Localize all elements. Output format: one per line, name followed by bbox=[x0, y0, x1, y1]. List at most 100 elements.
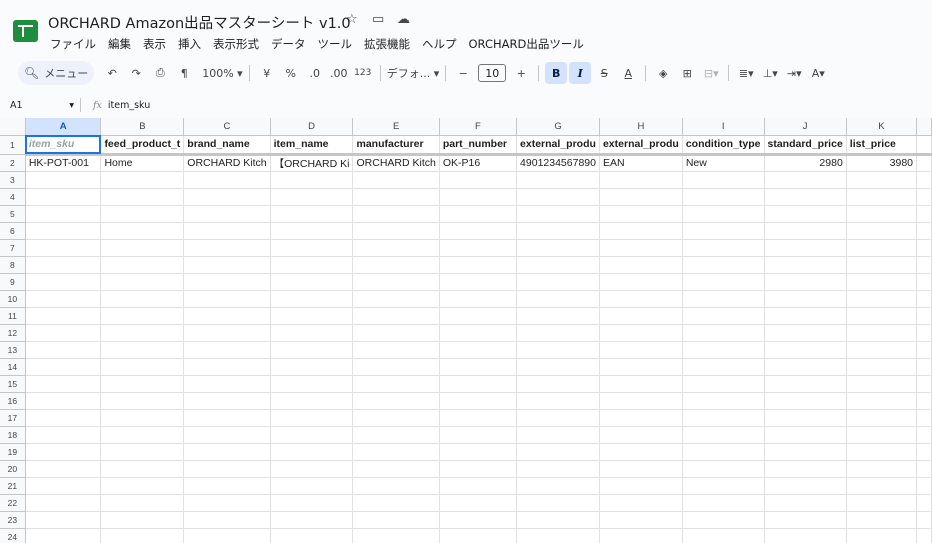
row-header[interactable]: 24 bbox=[0, 528, 26, 543]
grid-cell[interactable] bbox=[682, 375, 765, 393]
grid-cell[interactable] bbox=[352, 460, 440, 478]
vertical-align-icon[interactable]: ⊥▾ bbox=[759, 62, 781, 84]
grid-cell[interactable] bbox=[183, 409, 271, 427]
grid-cell[interactable] bbox=[916, 375, 932, 393]
grid-cell[interactable] bbox=[764, 256, 847, 274]
zoom-select[interactable]: 100% ▾ bbox=[202, 62, 242, 84]
grid-cell[interactable] bbox=[439, 375, 518, 393]
star-icon[interactable]: ☆ bbox=[346, 12, 358, 27]
grid-cell[interactable] bbox=[270, 341, 354, 359]
grid-cell[interactable] bbox=[916, 239, 932, 257]
grid-cell[interactable] bbox=[599, 188, 683, 206]
row-header[interactable]: 2 bbox=[0, 154, 26, 172]
grid-cell[interactable] bbox=[270, 290, 354, 308]
strikethrough-button[interactable]: S bbox=[593, 62, 615, 84]
move-to-folder-icon[interactable]: ▭ bbox=[372, 12, 384, 27]
grid-cell[interactable] bbox=[439, 477, 518, 495]
menu-orchard-tools[interactable]: ORCHARD出品ツール bbox=[463, 34, 590, 54]
grid-cell[interactable] bbox=[846, 375, 918, 393]
grid-cell[interactable] bbox=[846, 426, 918, 444]
grid-cell[interactable] bbox=[599, 324, 683, 342]
grid-cell[interactable] bbox=[599, 511, 683, 529]
row-header[interactable]: 6 bbox=[0, 222, 26, 240]
row-header[interactable]: 16 bbox=[0, 392, 26, 410]
row-header[interactable]: 23 bbox=[0, 511, 26, 529]
grid-cell[interactable] bbox=[682, 341, 765, 359]
grid-cell[interactable] bbox=[682, 511, 765, 529]
grid-cell[interactable] bbox=[682, 528, 765, 543]
grid-cell[interactable] bbox=[439, 188, 518, 206]
grid-cell[interactable] bbox=[270, 528, 354, 543]
grid-cell[interactable] bbox=[439, 171, 518, 189]
grid-cell[interactable] bbox=[439, 256, 518, 274]
grid-cell[interactable] bbox=[764, 477, 847, 495]
grid-cell[interactable] bbox=[270, 460, 354, 478]
grid-cell[interactable]: external_produ bbox=[516, 135, 600, 156]
grid-cell[interactable] bbox=[100, 426, 185, 444]
redo-icon[interactable]: ↷ bbox=[125, 62, 147, 84]
currency-button[interactable]: ¥ bbox=[256, 62, 278, 84]
grid-cell[interactable]: list_price bbox=[846, 135, 918, 156]
grid-cell[interactable] bbox=[846, 205, 918, 223]
font-size-increase-icon[interactable]: + bbox=[510, 62, 532, 84]
grid-cell[interactable] bbox=[270, 494, 354, 512]
grid-cell[interactable] bbox=[270, 409, 354, 427]
grid-cell[interactable] bbox=[516, 273, 600, 291]
grid-cell[interactable] bbox=[516, 443, 600, 461]
grid-cell[interactable] bbox=[516, 358, 600, 376]
italic-button[interactable]: I bbox=[569, 62, 592, 84]
row-header[interactable]: 15 bbox=[0, 375, 26, 393]
bold-button[interactable]: B bbox=[545, 62, 568, 84]
horizontal-align-icon[interactable]: ≣▾ bbox=[735, 62, 757, 84]
merge-cells-icon[interactable]: ⊟▾ bbox=[700, 62, 722, 84]
grid-cell[interactable] bbox=[25, 222, 102, 240]
grid-cell[interactable] bbox=[516, 188, 600, 206]
grid-cell[interactable] bbox=[764, 205, 847, 223]
grid-cell[interactable] bbox=[352, 290, 440, 308]
grid-cell[interactable] bbox=[516, 375, 600, 393]
sheets-logo[interactable] bbox=[13, 20, 38, 42]
grid-cell[interactable] bbox=[183, 358, 271, 376]
grid-cell[interactable] bbox=[682, 290, 765, 308]
column-header[interactable]: B bbox=[100, 118, 185, 136]
column-header[interactable]: F bbox=[439, 118, 518, 136]
grid-cell[interactable] bbox=[682, 273, 765, 291]
menu-search[interactable]: 🔍︎ メニュー bbox=[18, 61, 95, 85]
grid-cell[interactable] bbox=[516, 205, 600, 223]
grid-cell[interactable] bbox=[764, 273, 847, 291]
grid-cell[interactable] bbox=[183, 426, 271, 444]
grid-cell[interactable] bbox=[352, 443, 440, 461]
grid-cell[interactable] bbox=[270, 239, 354, 257]
grid-cell[interactable] bbox=[516, 222, 600, 240]
grid-cell[interactable] bbox=[916, 290, 932, 308]
grid-cell[interactable] bbox=[183, 256, 271, 274]
row-header[interactable]: 11 bbox=[0, 307, 26, 325]
grid-cell[interactable] bbox=[516, 528, 600, 543]
grid-cell[interactable] bbox=[916, 341, 932, 359]
grid-cell[interactable] bbox=[599, 477, 683, 495]
grid-cell[interactable] bbox=[764, 239, 847, 257]
grid-cell[interactable] bbox=[516, 341, 600, 359]
grid-cell[interactable] bbox=[352, 239, 440, 257]
grid-cell[interactable] bbox=[439, 205, 518, 223]
grid-cell[interactable] bbox=[183, 477, 271, 495]
grid-cell[interactable] bbox=[439, 426, 518, 444]
grid-cell[interactable] bbox=[764, 375, 847, 393]
grid-cell[interactable] bbox=[270, 375, 354, 393]
grid-cell[interactable] bbox=[100, 290, 185, 308]
grid-cell[interactable] bbox=[846, 273, 918, 291]
grid-cell[interactable] bbox=[516, 477, 600, 495]
grid-cell[interactable] bbox=[352, 477, 440, 495]
column-header[interactable]: A bbox=[25, 118, 102, 136]
grid-cell[interactable] bbox=[916, 426, 932, 444]
grid-cell[interactable] bbox=[682, 324, 765, 342]
grid-cell[interactable] bbox=[352, 324, 440, 342]
grid-cell[interactable] bbox=[270, 307, 354, 325]
grid-cell[interactable] bbox=[516, 494, 600, 512]
increase-decimal-button[interactable]: .00 bbox=[328, 62, 350, 84]
grid-cell[interactable] bbox=[352, 511, 440, 529]
grid-cell[interactable] bbox=[916, 154, 932, 172]
grid-cell[interactable] bbox=[100, 307, 185, 325]
grid-cell[interactable] bbox=[352, 494, 440, 512]
grid-cell[interactable] bbox=[183, 375, 271, 393]
